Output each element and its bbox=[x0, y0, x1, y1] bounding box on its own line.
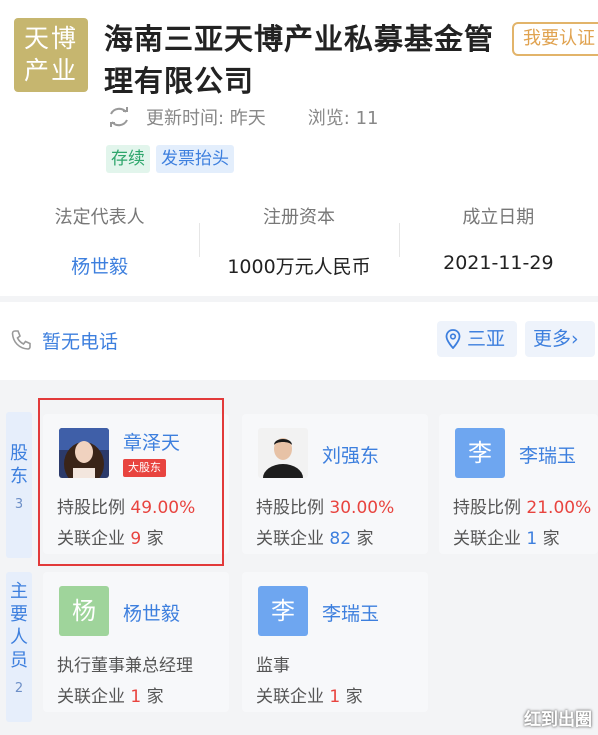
staff-name: 杨世毅 bbox=[123, 603, 181, 625]
related-count: 1 bbox=[526, 529, 538, 549]
capital-label: 注册资本 bbox=[262, 207, 335, 228]
location-label: 三亚 bbox=[467, 328, 506, 350]
related-companies: 关联企业 1 家 bbox=[453, 524, 560, 549]
related-companies: 关联企业 1 家 bbox=[256, 682, 363, 707]
related-label: 关联企业 bbox=[57, 687, 125, 707]
avatar-letter: 李 bbox=[468, 439, 492, 467]
staff-card[interactable]: 李 李瑞玉 监事 关联企业 1 家 bbox=[242, 572, 428, 712]
capital-value: 1000万元人民币 bbox=[227, 256, 371, 278]
related-count: 82 bbox=[329, 529, 352, 549]
phone-icon bbox=[11, 330, 31, 350]
staff-role: 执行董事兼总经理 bbox=[57, 656, 193, 676]
location-button[interactable]: 三亚 bbox=[437, 321, 517, 357]
date-label: 成立日期 bbox=[462, 207, 535, 228]
more-button[interactable]: 更多› bbox=[525, 321, 595, 357]
avatar: 李 bbox=[455, 428, 505, 478]
shareholder-name: 刘强东 bbox=[322, 445, 380, 467]
avatar-letter: 杨 bbox=[72, 597, 96, 625]
avatar bbox=[258, 428, 308, 478]
related-unit: 家 bbox=[542, 529, 560, 549]
ratio-value: 30.00% bbox=[329, 498, 395, 518]
phone-link[interactable]: 暂无电话 bbox=[42, 327, 118, 354]
shareholders-count: 3 bbox=[14, 497, 24, 512]
basic-info: 法定代表人 杨世毅 注册资本 1000万元人民币 成立日期 2021-11-29 bbox=[0, 195, 598, 285]
ratio-label: 持股比例 bbox=[453, 498, 521, 518]
ratio-value: 21.00% bbox=[526, 498, 592, 518]
claim-button[interactable]: 我要认证 bbox=[512, 22, 598, 56]
invoice-title-tag[interactable]: 发票抬头 bbox=[156, 145, 234, 173]
meta-row: 更新时间: 昨天 浏览: 11 bbox=[106, 104, 379, 130]
registered-capital: 注册资本 1000万元人民币 bbox=[199, 195, 398, 285]
date-value: 2021-11-29 bbox=[443, 252, 554, 274]
chevron-right-icon: › bbox=[571, 328, 579, 350]
staff-tab-label: 主要人员 bbox=[10, 581, 28, 671]
ratio-label: 持股比例 bbox=[256, 498, 324, 518]
avatar: 杨 bbox=[59, 586, 109, 636]
location-pin-icon bbox=[445, 329, 461, 349]
watermark: 红到出圈 bbox=[524, 710, 592, 730]
related-companies: 关联企业 1 家 bbox=[57, 682, 164, 707]
tab-shareholders[interactable]: 股东 3 bbox=[6, 412, 32, 558]
shareholders-tab-label: 股东 bbox=[10, 443, 28, 487]
contact-row: 暂无电话 三亚 更多› bbox=[0, 315, 598, 365]
shareholder-card[interactable]: 刘强东 持股比例 30.00% 关联企业 82 家 bbox=[242, 414, 428, 554]
status-badge: 存续 bbox=[106, 145, 150, 173]
avatar-letter: 李 bbox=[271, 597, 295, 625]
view-count: 浏览: 11 bbox=[307, 108, 379, 129]
more-label: 更多 bbox=[533, 328, 572, 350]
refresh-icon[interactable] bbox=[106, 105, 132, 129]
related-unit: 家 bbox=[146, 687, 164, 707]
staff-name: 李瑞玉 bbox=[322, 603, 380, 625]
related-unit: 家 bbox=[345, 687, 363, 707]
staff-card[interactable]: 杨 杨世毅 执行董事兼总经理 关联企业 1 家 bbox=[43, 572, 229, 712]
related-companies: 关联企业 82 家 bbox=[256, 524, 373, 549]
legal-rep-label: 法定代表人 bbox=[54, 207, 145, 228]
staff-role: 监事 bbox=[256, 656, 290, 676]
update-time: 更新时间: 昨天 bbox=[146, 108, 266, 129]
staff-count: 2 bbox=[14, 681, 24, 696]
shareholder-card[interactable]: 李 李瑞玉 持股比例 21.00% 关联企业 1 家 bbox=[439, 414, 598, 554]
divider bbox=[0, 296, 598, 302]
related-label: 关联企业 bbox=[256, 529, 324, 549]
share-ratio: 持股比例 30.00% bbox=[256, 493, 394, 518]
related-label: 关联企业 bbox=[256, 687, 324, 707]
tab-main-staff[interactable]: 主要人员 2 bbox=[6, 572, 32, 722]
legal-rep-value[interactable]: 杨世毅 bbox=[0, 252, 199, 279]
related-count: 1 bbox=[329, 687, 341, 707]
highlight-frame bbox=[38, 398, 224, 566]
company-logo: 天博 产业 bbox=[14, 18, 88, 92]
avatar-photo bbox=[258, 428, 308, 478]
company-name: 海南三亚天博产业私募基金管理有限公司 bbox=[104, 22, 495, 98]
share-ratio: 持股比例 21.00% bbox=[453, 493, 591, 518]
legal-rep: 法定代表人 杨世毅 bbox=[0, 195, 199, 285]
avatar: 李 bbox=[258, 586, 308, 636]
related-label: 关联企业 bbox=[453, 529, 521, 549]
shareholder-name: 李瑞玉 bbox=[519, 445, 577, 467]
related-count: 1 bbox=[130, 687, 142, 707]
established-date: 成立日期 2021-11-29 bbox=[398, 195, 598, 285]
status-tags: 存续 发票抬头 bbox=[106, 145, 234, 173]
related-unit: 家 bbox=[356, 529, 374, 549]
